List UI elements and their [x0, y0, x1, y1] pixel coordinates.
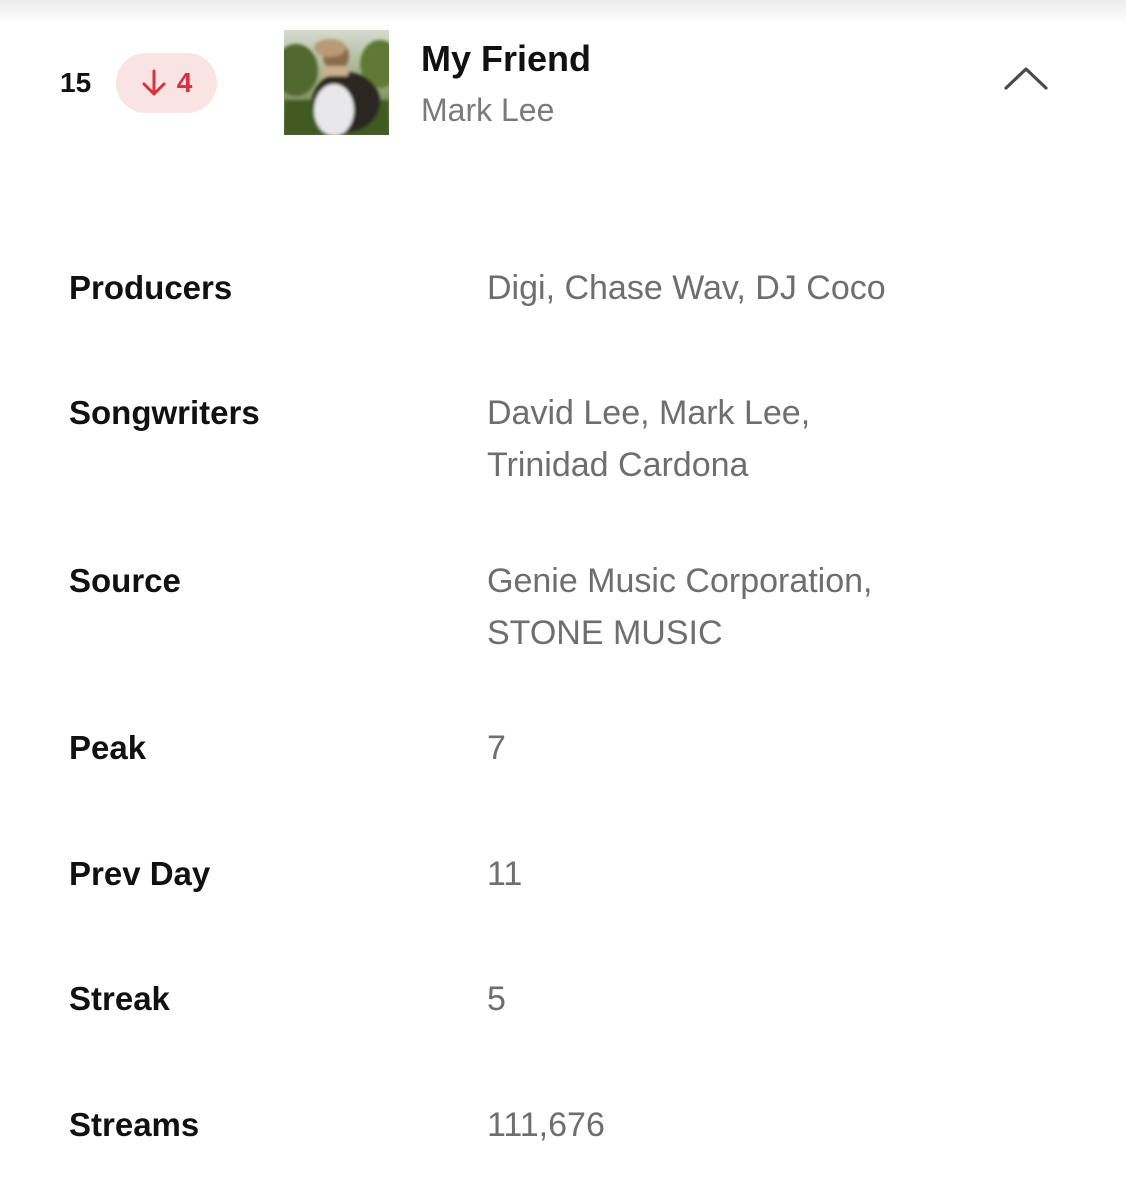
rank-number: 15 — [60, 67, 92, 98]
arrow-down-icon — [141, 68, 167, 98]
producers-value: Digi, Chase Wav, DJ Coco — [487, 262, 1047, 314]
source-value: Genie Music Corporation, STONE MUSIC — [487, 555, 1047, 659]
peak-value: 7 — [487, 729, 506, 767]
songwriters-line-2: Trinidad Cardona — [487, 446, 749, 484]
songwriters-value: David Lee, Mark Lee, Trinidad Cardona — [487, 387, 1047, 491]
streams-value: 111,676 — [487, 1106, 605, 1144]
rank-change-badge: 4 — [116, 53, 217, 113]
source-line-2: STONE MUSIC — [487, 614, 723, 652]
streams-label: Streams — [69, 1106, 200, 1143]
song-title: My Friend — [421, 38, 592, 79]
streak-value: 5 — [487, 980, 506, 1018]
rank-change-value: 4 — [176, 67, 193, 98]
songwriters-line-1: David Lee, Mark Lee, — [487, 394, 811, 432]
peak-label: Peak — [69, 729, 147, 766]
album-cover — [284, 30, 389, 135]
producers-value-text: Digi, Chase Wav, DJ Coco — [487, 269, 886, 307]
collapse-button[interactable] — [996, 58, 1056, 102]
prev-day-label: Prev Day — [69, 855, 211, 892]
source-line-1: Genie Music Corporation, — [487, 562, 873, 600]
source-label: Source — [69, 562, 181, 599]
prev-day-value: 11 — [487, 855, 523, 893]
top-edge-shadow — [0, 0, 1126, 22]
streak-label: Streak — [69, 980, 170, 1017]
songwriters-label: Songwriters — [69, 394, 260, 431]
producers-label: Producers — [69, 269, 233, 306]
chevron-up-icon — [1003, 65, 1049, 96]
song-artist[interactable]: Mark Lee — [421, 90, 554, 130]
